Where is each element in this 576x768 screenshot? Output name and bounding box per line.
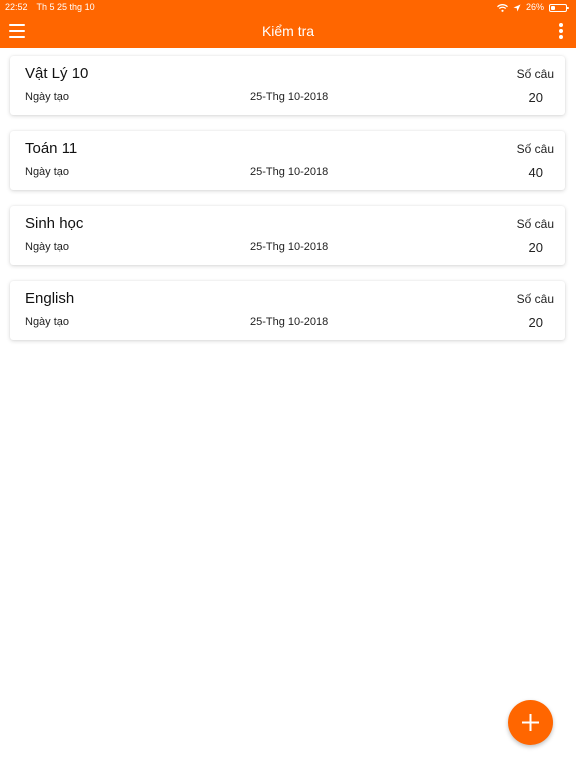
question-count: 20 — [528, 240, 543, 255]
created-date: 25-Thg 10-2018 — [250, 166, 329, 178]
created-label: Ngày tạo — [25, 166, 70, 178]
more-options-button[interactable] — [558, 23, 564, 39]
question-count-label: Số câu — [516, 142, 554, 156]
question-count-label: Số câu — [516, 217, 554, 231]
more-vertical-icon — [559, 23, 563, 27]
question-count: 40 — [528, 165, 543, 180]
test-name: Sinh học — [25, 215, 84, 232]
question-count: 20 — [528, 315, 543, 330]
test-name: English — [25, 290, 75, 307]
question-count-label: Số câu — [516, 292, 554, 306]
page-title: Kiểm tra — [261, 23, 315, 39]
status-right: 26% — [497, 0, 570, 15]
wifi-icon — [497, 3, 508, 12]
question-count: 20 — [528, 90, 543, 105]
test-name: Toán 11 — [25, 140, 78, 157]
status-date: Th 5 25 thg 10 — [36, 2, 95, 12]
test-card[interactable]: English Ngày tạo 25-Thg 10-2018 Số câu 20 — [10, 281, 565, 340]
question-count-label: Số câu — [516, 67, 554, 81]
created-label: Ngày tạo — [25, 91, 70, 103]
status-left: 22:52 Th 5 25 thg 10 — [5, 0, 95, 15]
more-vertical-icon-dot — [559, 35, 563, 39]
status-bar: 22:52 Th 5 25 thg 10 26% — [0, 0, 576, 15]
created-date: 25-Thg 10-2018 — [250, 91, 329, 103]
test-card[interactable]: Sinh học Ngày tạo 25-Thg 10-2018 Số câu 20 — [10, 206, 565, 265]
app-bar: Kiểm tra — [0, 15, 576, 48]
test-name: Vật Lý 10 — [25, 65, 89, 82]
battery-icon — [549, 3, 569, 12]
add-test-button[interactable] — [508, 700, 553, 745]
more-vertical-icon-dot — [559, 29, 563, 33]
created-date: 25-Thg 10-2018 — [250, 316, 329, 328]
created-date: 25-Thg 10-2018 — [250, 241, 329, 253]
battery-level — [551, 5, 555, 10]
location-icon — [513, 4, 521, 12]
created-label: Ngày tạo — [25, 316, 70, 328]
test-list: Vật Lý 10 Ngày tạo 25-Thg 10-2018 Số câu 20 T… — [10, 56, 565, 356]
test-card[interactable]: Toán 11 Ngày tạo 25-Thg 10-2018 Số câu 40 — [10, 131, 565, 190]
created-label: Ngày tạo — [25, 241, 70, 253]
battery-percent: 26% — [525, 2, 544, 12]
status-time: 22:52 — [5, 2, 28, 12]
test-card[interactable]: Vật Lý 10 Ngày tạo 25-Thg 10-2018 Số câu 20 — [10, 56, 565, 115]
plus-icon — [522, 714, 539, 731]
